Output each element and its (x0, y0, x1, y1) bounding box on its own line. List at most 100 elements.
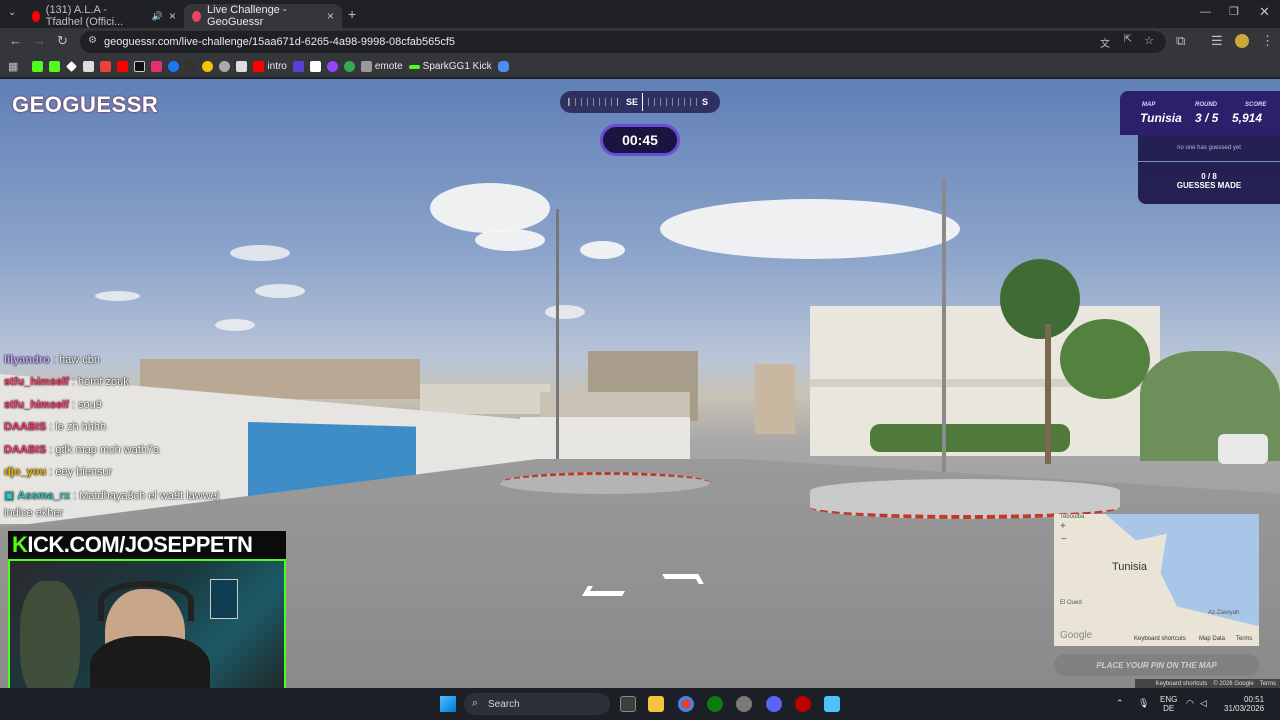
bookmark[interactable] (100, 61, 112, 72)
chat-text: le zh hhhh (55, 421, 107, 433)
discord-icon[interactable] (766, 696, 782, 712)
language-indicator[interactable]: ENG DE (1160, 695, 1177, 713)
bookmark[interactable] (219, 61, 231, 72)
forward-icon[interactable]: → (33, 33, 46, 48)
microphone-icon[interactable]: 🎙 (1138, 698, 1149, 709)
place-pin-button[interactable]: PLACE YOUR PIN ON THE MAP (1054, 654, 1259, 676)
compass-needle (642, 93, 643, 111)
parked-car (1218, 434, 1268, 464)
file-explorer-icon[interactable] (648, 696, 664, 712)
back-icon[interactable]: ← (9, 33, 22, 48)
tab-search-icon[interactable]: ⌄ (8, 7, 16, 18)
windows-start-icon[interactable] (440, 696, 456, 712)
site-info-icon[interactable]: ⚙ (88, 35, 97, 46)
bookmark[interactable] (49, 61, 61, 72)
zoom-out-button[interactable]: − (1061, 534, 1067, 545)
menu-icon[interactable]: ⋮ (1261, 33, 1274, 49)
street-lamp (942, 179, 946, 484)
install-icon[interactable]: ⇱ (1124, 34, 1132, 45)
bookmark[interactable] (168, 61, 180, 72)
xbox-icon[interactable] (707, 696, 723, 712)
tray-overflow-icon[interactable]: ⌃ (1116, 698, 1124, 709)
chat-message: indice ekher (4, 507, 63, 519)
move-right-arrow-icon[interactable] (662, 574, 704, 584)
close-icon[interactable]: × (169, 9, 176, 23)
translate-icon[interactable]: 文 (1100, 35, 1110, 50)
green-circle-icon (343, 61, 355, 72)
clock[interactable]: 00:51 31/03/2026 (1224, 695, 1264, 713)
bookmark-intro[interactable]: intro (253, 61, 287, 72)
terms-link[interactable]: Terms (1236, 636, 1252, 642)
cloud (545, 305, 585, 319)
bookmark[interactable] (151, 61, 163, 72)
bookmark-label: intro (267, 61, 287, 72)
map-data-link[interactable]: Map Data (1199, 636, 1225, 642)
bookmark[interactable] (292, 61, 304, 72)
tab-geoguessr[interactable]: Live Challenge - GeoGuessr × (184, 4, 342, 28)
browser-toolbar: ← → ↻ ⚙ geoguessr.com/live-challenge/15a… (0, 28, 1280, 56)
kick-icon (32, 61, 44, 72)
bookmark[interactable] (134, 61, 146, 72)
steam-icon[interactable] (736, 696, 752, 712)
search-icon: ⌕ (472, 697, 479, 709)
notepad-icon[interactable] (824, 696, 840, 712)
reading-list-icon[interactable]: ☰ (1211, 33, 1223, 49)
map-value: Tunisia (1140, 111, 1182, 125)
bookmark[interactable] (32, 61, 44, 72)
chat-user: DAABIS (4, 444, 47, 456)
cloud (430, 183, 550, 233)
chat-message: stfu_himself : homt zouk (4, 376, 129, 388)
bookmark[interactable] (326, 61, 338, 72)
globe-icon (219, 61, 231, 72)
chat-message: DAABIS : gtlk map mch wath7a (4, 444, 160, 456)
bookmark[interactable] (83, 61, 95, 72)
tab-label: Live Challenge - GeoGuessr (207, 4, 287, 28)
keyboard-shortcuts-link[interactable]: Keyboard shortcuts (1156, 681, 1208, 687)
extensions-icon[interactable]: ⧉ (1176, 33, 1185, 49)
close-icon[interactable]: × (327, 9, 334, 23)
maximize-icon[interactable]: ❐ (1229, 5, 1239, 18)
land-area (1054, 514, 1259, 646)
record-icon[interactable] (795, 696, 811, 712)
bookmark[interactable] (236, 61, 248, 72)
address-bar[interactable]: ⚙ geoguessr.com/live-challenge/15aa671d-… (80, 31, 1166, 53)
taskbar-search[interactable]: ⌕ Search (464, 693, 610, 715)
profile-avatar[interactable] (1235, 34, 1249, 48)
chat-user: djo_you (4, 466, 47, 478)
tab-youtube[interactable]: (131) A.L.A - Tfadhel (Offici... 🔊 × (24, 4, 184, 28)
chat-text: eey biensur (55, 466, 113, 478)
bookmark[interactable] (117, 61, 129, 72)
new-tab-button[interactable]: + (348, 6, 356, 22)
bookmark-label: emote (374, 61, 403, 72)
bookmark[interactable] (185, 61, 197, 72)
minimize-icon[interactable]: — (1200, 6, 1211, 18)
wifi-icon[interactable]: ◠ (1186, 698, 1194, 709)
bookmark-star-icon[interactable]: ☆ (1144, 34, 1154, 47)
bookmark[interactable] (202, 61, 214, 72)
keyboard-shortcuts-link[interactable]: Keyboard shortcuts (1134, 636, 1186, 642)
bookmark[interactable] (497, 61, 509, 72)
gmail-icon (100, 61, 112, 72)
webcam-feed (8, 559, 286, 707)
bookmark-emote[interactable]: emote (360, 61, 403, 72)
speaker-icon[interactable]: 🔊 (152, 11, 163, 22)
close-window-icon[interactable]: ✕ (1259, 4, 1270, 20)
chrome-icon[interactable] (678, 696, 694, 712)
bookmark[interactable] (66, 61, 78, 72)
chat-text: indice ekher (4, 507, 64, 519)
guess-minimap[interactable]: Tunisia Teboulba El Oued Az-Zawiyah + − … (1054, 514, 1259, 646)
terms-link[interactable]: Terms (1260, 681, 1276, 687)
move-left-arrow-icon[interactable] (582, 586, 628, 596)
zoom-in-button[interactable]: + (1060, 521, 1066, 532)
youtube-icon (32, 10, 40, 22)
bookmark[interactable] (309, 61, 321, 72)
guesses-count: 0 / 8 (1201, 172, 1217, 181)
task-view-icon[interactable] (620, 696, 636, 712)
compass-heading-s: S (702, 97, 709, 107)
bookmark-sparkgg1[interactable]: SparkGG1 Kick (408, 61, 492, 72)
google-logo: Google (1060, 630, 1093, 641)
apps-icon[interactable]: ▦ (8, 60, 18, 73)
bookmark[interactable] (343, 61, 355, 72)
reload-icon[interactable]: ↻ (57, 33, 68, 49)
volume-icon[interactable]: ◁ (1200, 698, 1207, 709)
